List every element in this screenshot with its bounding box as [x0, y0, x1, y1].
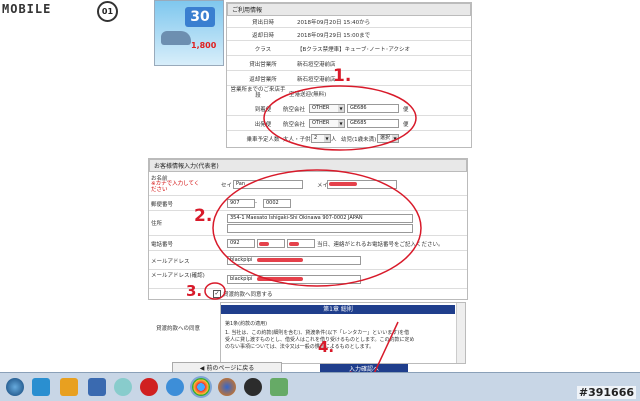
app-icon[interactable]	[114, 378, 132, 396]
app-icon[interactable]	[244, 378, 262, 396]
photo-id: #391666	[576, 386, 636, 399]
annotation-label-1: 1.	[333, 66, 352, 86]
annotation-circle-2	[212, 169, 422, 287]
annotation-circle-3	[204, 282, 226, 300]
annotation-label-3: 3.	[186, 282, 203, 300]
app-icon[interactable]	[270, 378, 288, 396]
firefox-icon[interactable]	[218, 378, 236, 396]
taskbar	[0, 372, 640, 401]
ie-icon[interactable]	[166, 378, 184, 396]
folder-icon[interactable]	[60, 378, 78, 396]
annotation-circle-1	[263, 85, 417, 151]
annotation-label-4: 4.	[318, 338, 335, 356]
app-icon[interactable]	[140, 378, 158, 396]
chrome-icon[interactable]	[192, 378, 210, 396]
start-icon[interactable]	[6, 378, 24, 396]
app-icon[interactable]	[88, 378, 106, 396]
annotation-check-4	[349, 321, 399, 379]
app-icon[interactable]	[32, 378, 50, 396]
annotation-label-2: 2.	[194, 206, 213, 226]
